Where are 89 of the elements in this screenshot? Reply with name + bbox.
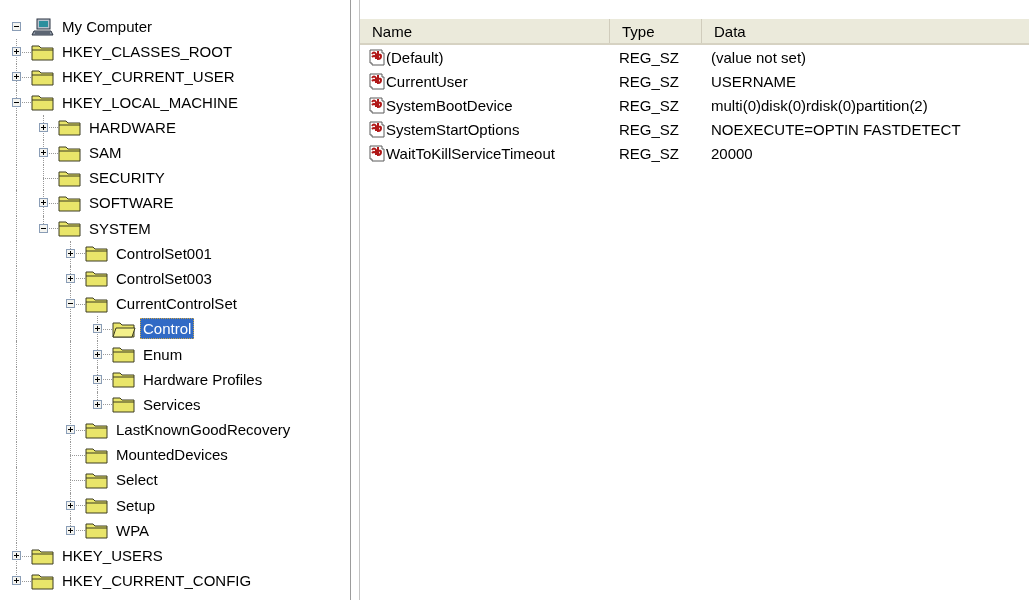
expand-icon[interactable] xyxy=(39,148,48,158)
folder-icon xyxy=(85,521,109,540)
expand-icon[interactable] xyxy=(93,399,102,409)
expand-icon[interactable] xyxy=(66,248,75,258)
tree-item[interactable]: HARDWARE xyxy=(86,116,179,138)
table-cell-text: 20000 xyxy=(710,144,754,162)
folder-icon xyxy=(112,345,136,364)
tree-item[interactable]: LastKnownGoodRecovery xyxy=(113,419,294,441)
collapse-icon[interactable] xyxy=(12,22,21,32)
folder-icon xyxy=(85,496,109,515)
table-cell: CurrentUser xyxy=(386,72,468,90)
string-value-icon xyxy=(369,144,385,162)
string-value-icon xyxy=(369,48,385,66)
expand-icon[interactable] xyxy=(66,273,75,283)
collapse-icon[interactable] xyxy=(66,299,75,309)
expand-icon[interactable] xyxy=(12,551,21,561)
tree-item[interactable]: Control xyxy=(140,318,195,340)
table-cell-text: REG_SZ xyxy=(618,144,680,162)
string-value-icon xyxy=(369,72,385,90)
table-cell-text: (value not set) xyxy=(710,48,808,66)
folder-icon xyxy=(112,370,136,389)
table-cell: SystemBootDevice xyxy=(386,96,513,114)
tree-item[interactable]: HKEY_USERS xyxy=(59,545,166,567)
tree-item[interactable]: HKEY_CURRENT_CONFIG xyxy=(59,570,255,592)
expand-icon[interactable] xyxy=(12,47,21,57)
expand-icon[interactable] xyxy=(12,576,21,586)
folder-icon xyxy=(58,118,82,137)
tree-item[interactable]: Setup xyxy=(113,494,159,516)
table-cell: SystemStartOptions xyxy=(386,120,520,138)
column-header[interactable]: Type xyxy=(610,19,702,43)
tree-item[interactable]: MountedDevices xyxy=(113,444,231,466)
tree-item[interactable]: Hardware Profiles xyxy=(140,368,266,390)
table-cell-text: USERNAME xyxy=(710,72,797,90)
folder-icon xyxy=(31,93,55,112)
table-cell-text: REG_SZ xyxy=(618,72,680,90)
tree-item[interactable]: HKEY_LOCAL_MACHINE xyxy=(59,91,241,113)
tree-item[interactable]: SYSTEM xyxy=(86,217,154,239)
collapse-icon[interactable] xyxy=(12,97,21,107)
table-cell-text: REG_SZ xyxy=(618,96,680,114)
tree-item[interactable]: SOFTWARE xyxy=(86,192,177,214)
expand-icon[interactable] xyxy=(39,198,48,208)
tree-item[interactable]: ControlSet003 xyxy=(113,267,215,289)
table-cell-text: NOEXECUTE=OPTIN FASTDETECT xyxy=(710,120,962,138)
tree-item[interactable]: HKEY_CURRENT_USER xyxy=(59,66,238,88)
tree-item[interactable]: ControlSet001 xyxy=(113,242,215,264)
expand-icon[interactable] xyxy=(93,349,102,359)
computer-icon xyxy=(31,17,55,36)
folder-icon xyxy=(85,244,109,263)
expand-icon[interactable] xyxy=(93,324,102,334)
expand-icon[interactable] xyxy=(93,374,102,384)
table-cell-text: REG_SZ xyxy=(618,120,680,138)
tree-item[interactable]: Enum xyxy=(140,343,186,365)
folder-icon xyxy=(58,219,82,238)
folder-icon xyxy=(58,193,82,212)
open-folder-icon xyxy=(112,319,136,338)
collapse-icon[interactable] xyxy=(39,223,48,233)
tree-item[interactable]: Select xyxy=(113,469,161,491)
table-cell-text: multi(0)disk(0)rdisk(0)partition(2) xyxy=(710,96,929,114)
folder-icon xyxy=(31,546,55,565)
tree-item[interactable]: SAM xyxy=(86,142,125,164)
folder-icon xyxy=(31,571,55,590)
expand-icon[interactable] xyxy=(66,525,75,535)
column-header[interactable]: Data xyxy=(702,19,1029,43)
folder-icon xyxy=(31,42,55,61)
expand-icon[interactable] xyxy=(12,72,21,82)
tree-item[interactable]: SECURITY xyxy=(86,167,168,189)
folder-icon xyxy=(58,143,82,162)
tree-item[interactable]: WPA xyxy=(113,519,153,541)
string-value-icon xyxy=(369,120,385,138)
table-cell: (Default) xyxy=(386,48,444,66)
folder-icon xyxy=(85,445,109,464)
expand-icon[interactable] xyxy=(66,425,75,435)
tree-item[interactable]: HKEY_CLASSES_ROOT xyxy=(59,41,236,63)
tree-item[interactable]: CurrentControlSet xyxy=(113,293,240,315)
tree-item[interactable]: Services xyxy=(140,393,204,415)
folder-icon xyxy=(85,269,109,288)
table-cell: WaitToKillServiceTimeout xyxy=(386,144,555,162)
string-value-icon xyxy=(369,96,385,114)
table-cell-text: REG_SZ xyxy=(618,48,680,66)
folder-icon xyxy=(58,168,82,187)
folder-icon xyxy=(85,470,109,489)
tree-item[interactable]: My Computer xyxy=(59,16,156,38)
column-header[interactable]: Name xyxy=(360,19,610,43)
folder-icon xyxy=(112,395,136,414)
folder-icon xyxy=(85,420,109,439)
expand-icon[interactable] xyxy=(39,122,48,132)
expand-icon[interactable] xyxy=(66,500,75,510)
folder-icon xyxy=(85,294,109,313)
folder-icon xyxy=(31,67,55,86)
